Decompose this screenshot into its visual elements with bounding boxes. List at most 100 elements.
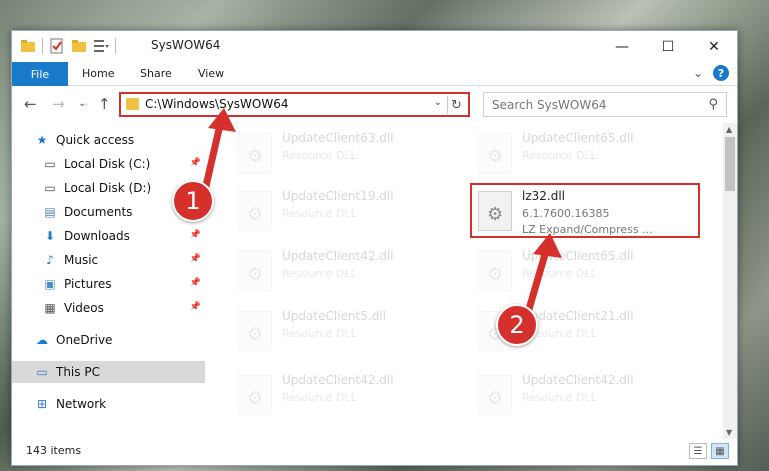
- tab-home[interactable]: Home: [82, 67, 114, 80]
- toolbar-separator: [115, 38, 116, 54]
- nav-label: Network: [56, 397, 107, 411]
- window-title: SysWOW64: [151, 38, 221, 52]
- window-controls: — ☐ ✕: [599, 31, 737, 62]
- drive-icon: ▭: [44, 157, 56, 171]
- minimize-button[interactable]: —: [599, 31, 645, 62]
- file-tile[interactable]: ⚙ UpdateClient19.dll Resource DLL: [232, 185, 462, 240]
- gear-icon: ⚙: [247, 388, 264, 409]
- gear-icon: ⚙: [247, 204, 264, 225]
- dll-file-icon: ⚙: [478, 133, 512, 173]
- quick-access-toolbar: [20, 38, 116, 54]
- recent-locations-icon[interactable]: ⌄: [78, 98, 86, 109]
- close-button[interactable]: ✕: [691, 31, 737, 62]
- ribbon-right-controls: ⌄ ?: [693, 65, 729, 81]
- music-icon: ♪: [46, 253, 54, 267]
- nav-pictures[interactable]: ▣ Pictures 📌: [42, 273, 205, 295]
- view-switcher: ☰ ▦: [689, 443, 729, 459]
- search-input[interactable]: [492, 94, 702, 115]
- file-tile[interactable]: ⚙ UpdateClient63.dll Resource DLL: [232, 127, 462, 182]
- folder-icon: [21, 40, 35, 52]
- file-name: UpdateClient63.dll: [282, 131, 394, 145]
- tab-share[interactable]: Share: [140, 67, 172, 80]
- refresh-icon[interactable]: ↻: [447, 96, 465, 114]
- file-tile-lz32[interactable]: ⚙ lz32.dll 6.1.7600.16385 LZ Expand/Comp…: [470, 183, 700, 238]
- file-name: UpdateClient65.dll: [522, 249, 634, 263]
- file-tile[interactable]: ⚙ UpdateClient42.dll Resource DLL: [232, 245, 462, 300]
- video-icon: ▦: [44, 301, 56, 315]
- ribbon-tabs: File Home Share View ⌄ ?: [12, 62, 737, 86]
- file-description: Resource DLL: [282, 327, 357, 340]
- tab-file[interactable]: File: [12, 62, 68, 86]
- nav-label: Videos: [64, 301, 104, 315]
- toolbar-separator: [42, 38, 43, 54]
- file-name: UpdateClient42.dll: [282, 373, 394, 387]
- nav-videos[interactable]: ▦ Videos 📌: [42, 297, 205, 319]
- forward-arrow-icon[interactable]: →: [52, 95, 65, 113]
- file-tile[interactable]: ⚙ UpdateClient65.dll Resource DLL: [472, 245, 702, 300]
- maximize-button[interactable]: ☐: [645, 31, 691, 62]
- nav-onedrive[interactable]: ☁ OneDrive: [34, 329, 205, 351]
- file-tile[interactable]: ⚙ UpdateClient42.dll Resource DLL: [232, 369, 462, 424]
- file-name: UpdateClient5.dll: [282, 309, 386, 323]
- file-name: UpdateClient65.dll: [522, 131, 634, 145]
- dll-file-icon: ⚙: [478, 251, 512, 291]
- nav-label: Local Disk (D:): [64, 181, 152, 195]
- nav-music[interactable]: ♪ Music 📌: [42, 249, 205, 271]
- file-tile[interactable]: ⚙ UpdateClient42.dll Resource DLL: [472, 369, 702, 424]
- computer-icon: ▭: [36, 365, 48, 379]
- pin-icon: 📌: [189, 254, 201, 264]
- file-tile[interactable]: ⚙ UpdateClient65.dll Resource DLL: [472, 127, 702, 182]
- properties-icon[interactable]: [49, 38, 65, 54]
- gear-icon: ⚙: [247, 264, 264, 285]
- dll-file-icon: ⚙: [238, 191, 272, 231]
- nav-this-pc[interactable]: ▭ This PC: [12, 361, 205, 383]
- back-arrow-icon[interactable]: ←: [24, 95, 37, 113]
- nav-quick-access[interactable]: ★ Quick access: [34, 129, 205, 151]
- nav-label: This PC: [56, 365, 100, 379]
- up-arrow-icon[interactable]: ↑: [98, 95, 111, 113]
- customize-toolbar-icon[interactable]: [93, 38, 109, 54]
- help-icon[interactable]: ?: [713, 65, 729, 81]
- scroll-up-icon[interactable]: ▲: [726, 125, 732, 134]
- title-bar: SysWOW64 — ☐ ✕: [12, 31, 737, 62]
- nav-label: Downloads: [64, 229, 130, 243]
- tab-view[interactable]: View: [198, 67, 224, 80]
- search-icon[interactable]: ⚲: [708, 97, 718, 112]
- file-description: Resource DLL: [282, 149, 357, 162]
- document-icon: ▤: [44, 205, 56, 219]
- vertical-scrollbar[interactable]: ▲ ▼: [723, 123, 737, 439]
- nav-network[interactable]: ⊞ Network: [34, 393, 205, 415]
- gear-icon: ⚙: [247, 146, 264, 167]
- cloud-icon: ☁: [36, 333, 48, 347]
- file-description: Resource DLL: [282, 267, 357, 280]
- nav-local-disk-c[interactable]: ▭ Local Disk (C:) 📌: [42, 153, 205, 175]
- address-bar[interactable]: C:\Windows\SysWOW64 ⌄ ↻: [119, 92, 470, 117]
- dll-file-icon: ⚙: [478, 375, 512, 415]
- dll-file-icon: ⚙: [478, 191, 512, 231]
- file-name: UpdateClient19.dll: [282, 189, 394, 203]
- tiles-view-icon[interactable]: ▦: [711, 443, 729, 459]
- details-view-icon[interactable]: ☰: [689, 443, 707, 459]
- navigation-pane: ★ Quick access ▭ Local Disk (C:) 📌 ▭ Loc…: [12, 123, 205, 439]
- nav-downloads[interactable]: ⬇ Downloads 📌: [42, 225, 205, 247]
- nav-label: OneDrive: [56, 333, 113, 347]
- item-count: 143 items: [26, 444, 82, 457]
- scroll-down-icon[interactable]: ▼: [726, 428, 732, 437]
- annotation-badge-1: 1: [172, 180, 214, 222]
- address-dropdown-icon[interactable]: ⌄: [434, 97, 442, 108]
- pictures-icon: ▣: [44, 277, 56, 291]
- new-folder-icon[interactable]: [71, 38, 87, 54]
- explorer-window: SysWOW64 — ☐ ✕ File Home Share View ⌄ ? …: [11, 30, 738, 466]
- address-path[interactable]: C:\Windows\SysWOW64: [145, 97, 289, 111]
- scroll-thumb[interactable]: [725, 137, 735, 191]
- file-name: UpdateClient42.dll: [522, 373, 634, 387]
- gear-icon: ⚙: [487, 264, 504, 285]
- expand-ribbon-icon[interactable]: ⌄: [693, 66, 703, 80]
- annotation-badge-2: 2: [496, 304, 538, 346]
- dll-file-icon: ⚙: [238, 375, 272, 415]
- folder-icon: [126, 98, 139, 110]
- file-tile[interactable]: ⚙ UpdateClient5.dll Resource DLL: [232, 305, 462, 360]
- nav-label: Documents: [64, 205, 133, 219]
- pin-icon: 📌: [189, 230, 201, 240]
- search-box[interactable]: ⚲: [483, 92, 727, 117]
